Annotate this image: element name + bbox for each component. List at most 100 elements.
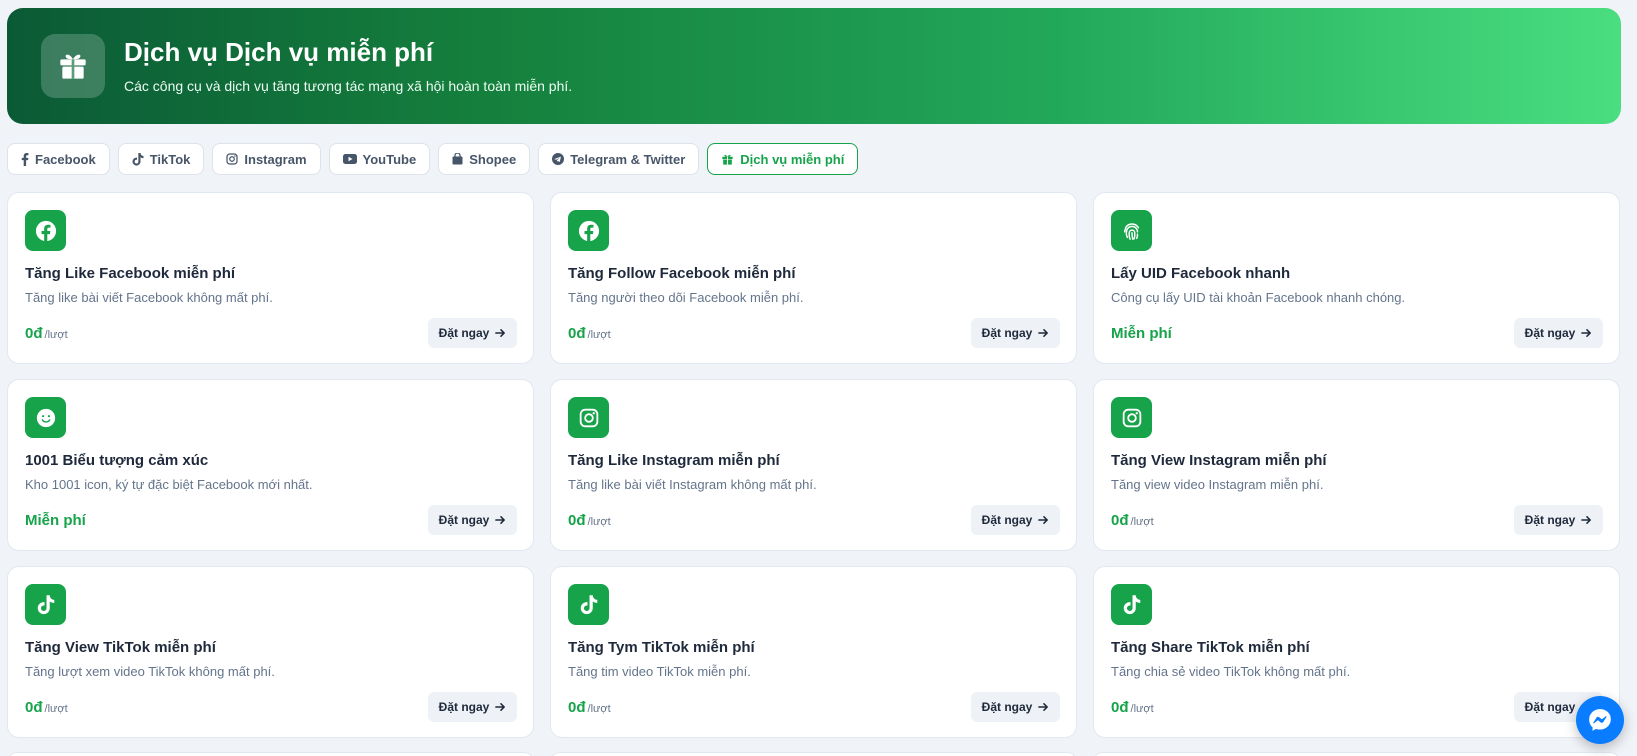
instagram-icon bbox=[568, 397, 609, 438]
card-description: Công cụ lấy UID tài khoản Facebook nhanh… bbox=[1111, 290, 1406, 305]
tab-label: Telegram & Twitter bbox=[570, 151, 686, 167]
button-label: Đặt ngay bbox=[1524, 326, 1576, 340]
page: Dịch vụ Dịch vụ miễn phí Các công cụ và … bbox=[0, 0, 1637, 756]
order-now-button[interactable]: Đặt ngay bbox=[971, 692, 1060, 722]
card-price: 0đ /lượt bbox=[568, 325, 611, 342]
instagram-icon bbox=[1111, 397, 1152, 438]
price-value: 0đ bbox=[1111, 699, 1129, 716]
card-description: Tăng like bài viết Facebook không mất ph… bbox=[25, 290, 273, 305]
card-title: Lấy UID Facebook nhanh bbox=[1111, 265, 1291, 282]
price-value: Miễn phí bbox=[25, 512, 86, 529]
gift-icon bbox=[722, 154, 733, 165]
facebook-f-icon bbox=[21, 152, 29, 166]
service-card[interactable]: Tăng Share TikTok miễn phí Tăng chia sẻ … bbox=[1093, 566, 1620, 738]
service-card[interactable]: Tăng View Instagram miễn phí Tăng view v… bbox=[1093, 379, 1620, 551]
price-value: 0đ bbox=[568, 325, 586, 342]
order-now-button[interactable]: Đặt ngay bbox=[971, 318, 1060, 348]
button-label: Đặt ngay bbox=[438, 326, 490, 340]
tab-label: TikTok bbox=[149, 151, 191, 167]
tab-instagram[interactable]: Instagram bbox=[212, 143, 321, 175]
card-title: Tăng View TikTok miễn phí bbox=[25, 639, 216, 656]
facebook-icon bbox=[568, 210, 609, 251]
order-now-button[interactable]: Đặt ngay bbox=[428, 318, 517, 348]
messenger-chat-button[interactable] bbox=[1576, 696, 1624, 744]
card-description: Kho 1001 icon, ký tự đặc biệt Facebook m… bbox=[25, 477, 313, 492]
gift-icon bbox=[41, 34, 105, 98]
card-price: 0đ /lượt bbox=[25, 699, 68, 716]
price-value: 0đ bbox=[25, 325, 43, 342]
arrow-right-icon bbox=[1038, 703, 1049, 711]
tab-telegram-twitter[interactable]: Telegram & Twitter bbox=[538, 143, 700, 175]
next-row-card bbox=[550, 752, 1077, 756]
order-now-button[interactable]: Đặt ngay bbox=[971, 505, 1060, 535]
arrow-right-icon bbox=[495, 329, 506, 337]
tiktok-icon bbox=[568, 584, 609, 625]
button-label: Đặt ngay bbox=[981, 513, 1033, 527]
tab-label: Instagram bbox=[244, 151, 307, 167]
arrow-right-icon bbox=[1581, 329, 1592, 337]
service-card[interactable]: Tăng Like Facebook miễn phí Tăng like bà… bbox=[7, 192, 534, 364]
tab-label: Facebook bbox=[35, 151, 96, 167]
card-price: 0đ /lượt bbox=[1111, 512, 1154, 529]
smile-icon bbox=[25, 397, 66, 438]
messenger-icon bbox=[1589, 709, 1611, 731]
tiktok-icon bbox=[25, 584, 66, 625]
card-price: 0đ /lượt bbox=[568, 699, 611, 716]
price-unit: /lượt bbox=[1130, 703, 1154, 715]
card-title: Tăng Share TikTok miễn phí bbox=[1111, 639, 1310, 656]
order-now-button[interactable]: Đặt ngay bbox=[1514, 505, 1603, 535]
arrow-right-icon bbox=[1581, 516, 1592, 524]
service-card[interactable]: 1001 Biểu tượng cảm xúc Kho 1001 icon, k… bbox=[7, 379, 534, 551]
order-now-button[interactable]: Đặt ngay bbox=[428, 692, 517, 722]
tab-shopee[interactable]: Shopee bbox=[438, 143, 531, 175]
tab-label: Dịch vụ miễn phí bbox=[740, 151, 845, 167]
tiktok-icon bbox=[1111, 584, 1152, 625]
price-unit: /lượt bbox=[1130, 516, 1154, 528]
card-description: Tăng view video Instagram miễn phí. bbox=[1111, 477, 1324, 492]
card-description: Tăng lượt xem video TikTok không mất phí… bbox=[25, 664, 275, 679]
next-row-card bbox=[1093, 752, 1620, 756]
tab-free-services[interactable]: Dịch vụ miễn phí bbox=[707, 143, 859, 175]
button-label: Đặt ngay bbox=[438, 513, 490, 527]
service-card[interactable]: Tăng Like Instagram miễn phí Tăng like b… bbox=[550, 379, 1077, 551]
price-value: 0đ bbox=[1111, 512, 1129, 529]
tab-label: YouTube bbox=[362, 151, 417, 167]
category-tabs: Facebook TikTok Instagram YouTube Shopee… bbox=[7, 143, 859, 175]
fingerprint-icon bbox=[1111, 210, 1152, 251]
price-value: 0đ bbox=[25, 699, 43, 716]
tab-tiktok[interactable]: TikTok bbox=[117, 143, 205, 175]
card-title: Tăng Tym TikTok miễn phí bbox=[568, 639, 755, 656]
price-value: Miễn phí bbox=[1111, 325, 1172, 342]
button-label: Đặt ngay bbox=[1524, 513, 1576, 527]
card-price: 0đ /lượt bbox=[568, 512, 611, 529]
tab-youtube[interactable]: YouTube bbox=[328, 143, 431, 175]
facebook-icon bbox=[25, 210, 66, 251]
order-now-button[interactable]: Đặt ngay bbox=[1514, 318, 1603, 348]
page-subtitle: Các công cụ và dịch vụ tăng tương tác mạ… bbox=[124, 78, 573, 95]
arrow-right-icon bbox=[495, 703, 506, 711]
card-description: Tăng like bài viết Instagram không mất p… bbox=[568, 477, 817, 492]
card-price: 0đ /lượt bbox=[1111, 699, 1154, 716]
price-unit: /lượt bbox=[587, 703, 611, 715]
arrow-right-icon bbox=[1038, 329, 1049, 337]
card-title: Tăng Like Facebook miễn phí bbox=[25, 265, 236, 282]
service-card[interactable]: Lấy UID Facebook nhanh Công cụ lấy UID t… bbox=[1093, 192, 1620, 364]
button-label: Đặt ngay bbox=[438, 700, 490, 714]
card-description: Tăng người theo dõi Facebook miễn phí. bbox=[568, 290, 804, 305]
service-card[interactable]: Tăng Follow Facebook miễn phí Tăng người… bbox=[550, 192, 1077, 364]
button-label: Đặt ngay bbox=[1524, 700, 1576, 714]
service-card[interactable]: Tăng Tym TikTok miễn phí Tăng tim video … bbox=[550, 566, 1077, 738]
service-card[interactable]: Tăng View TikTok miễn phí Tăng lượt xem … bbox=[7, 566, 534, 738]
card-price: Miễn phí bbox=[25, 512, 88, 529]
button-label: Đặt ngay bbox=[981, 700, 1033, 714]
card-title: Tăng Like Instagram miễn phí bbox=[568, 452, 780, 469]
telegram-icon bbox=[552, 153, 565, 165]
tab-label: Shopee bbox=[469, 151, 517, 167]
tab-facebook[interactable]: Facebook bbox=[7, 143, 110, 175]
price-unit: /lượt bbox=[44, 329, 68, 341]
order-now-button[interactable]: Đặt ngay bbox=[428, 505, 517, 535]
tiktok-icon bbox=[132, 152, 144, 166]
card-title: Tăng Follow Facebook miễn phí bbox=[568, 265, 796, 282]
card-title: 1001 Biểu tượng cảm xúc bbox=[25, 452, 209, 469]
price-value: 0đ bbox=[568, 699, 586, 716]
